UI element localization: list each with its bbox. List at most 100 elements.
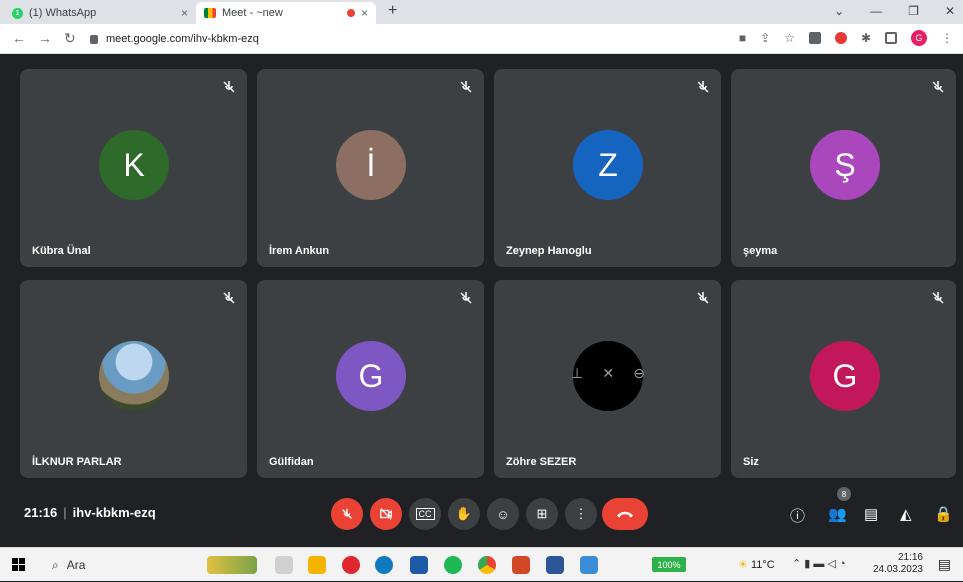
avatar: G xyxy=(336,341,406,411)
activities-button[interactable]: ◭ xyxy=(900,505,912,523)
meeting-time: 21:16 xyxy=(24,505,58,520)
phone-hangup-icon xyxy=(616,511,634,518)
more-options-button[interactable]: ⋮ xyxy=(565,498,597,530)
camera-toggle-button[interactable] xyxy=(370,498,402,530)
menu-icon[interactable]: ⋮ xyxy=(941,31,953,45)
extension-icon[interactable] xyxy=(808,32,821,44)
search-icon: ⌕ xyxy=(52,557,59,572)
reactions-button[interactable]: ☺ xyxy=(487,498,519,530)
clock-time: 21:16 xyxy=(897,552,923,563)
battery-indicator[interactable]: 100% xyxy=(652,557,686,572)
profile-avatar[interactable]: G xyxy=(911,30,927,46)
puzzle-icon[interactable]: ✱ xyxy=(861,31,871,45)
pin-icon[interactable]: ⊥ xyxy=(571,365,583,382)
mic-off-icon xyxy=(932,292,944,304)
close-tab-button[interactable]: × xyxy=(361,6,368,20)
url-field[interactable]: meet.google.com/ihv-kbkm-ezq xyxy=(90,28,730,50)
temperature: 11°C xyxy=(750,559,775,571)
remove-icon[interactable]: ⊖ xyxy=(633,365,645,382)
avatar: Z xyxy=(573,130,643,200)
mic-toggle-button[interactable] xyxy=(331,498,363,530)
participant-name: İrem Ankun xyxy=(269,245,330,257)
task-view-icon[interactable] xyxy=(275,556,293,574)
emoji-icon: ☺ xyxy=(496,506,510,522)
photos-icon[interactable] xyxy=(580,556,598,574)
mic-off-icon xyxy=(932,81,944,93)
participant-tile[interactable]: G Siz xyxy=(731,280,956,478)
leave-call-button[interactable] xyxy=(602,498,648,530)
minimize-icon[interactable]: — xyxy=(870,4,882,18)
participant-name: Zöhre SEZER xyxy=(506,456,577,468)
edge-icon[interactable] xyxy=(375,556,393,574)
people-button[interactable]: 👥 xyxy=(828,505,847,523)
forward-icon[interactable]: → xyxy=(38,30,52,46)
taskbar-search[interactable]: ⌕ Ara xyxy=(44,548,200,582)
reload-icon[interactable]: ↻ xyxy=(64,30,76,47)
adblock-icon[interactable] xyxy=(834,32,847,44)
participant-name: Gülfidan xyxy=(269,456,314,468)
captions-icon: CC xyxy=(415,508,435,520)
bookmark-star-icon[interactable]: ☆ xyxy=(784,31,795,45)
participant-name: Kübra Ünal xyxy=(32,245,91,257)
mail-icon[interactable] xyxy=(410,556,428,574)
mute-icon[interactable]: ✕ xyxy=(602,365,614,382)
participant-name: İLKNUR PARLAR xyxy=(32,456,122,468)
share-icon[interactable]: ⇪ xyxy=(760,31,770,45)
mic-off-icon xyxy=(697,292,709,304)
meeting-info-button[interactable]: ⓘ xyxy=(790,505,805,526)
address-bar: ← → ↻ meet.google.com/ihv-kbkm-ezq ■ ⇪ ☆… xyxy=(0,24,963,54)
raise-hand-button[interactable]: ✋ xyxy=(448,498,480,530)
tray-icons[interactable]: ⌃ ▮ ▬ ◁ ◔ xyxy=(792,557,846,570)
tab-whatsapp[interactable]: 1 (1) WhatsApp × xyxy=(4,2,196,24)
present-icon: ⊞ xyxy=(536,506,548,521)
mic-off-icon xyxy=(223,292,235,304)
spotify-icon[interactable] xyxy=(444,556,462,574)
close-tab-button[interactable]: × xyxy=(181,6,188,20)
present-button[interactable]: ⊞ xyxy=(526,498,558,530)
camera-icon[interactable]: ■ xyxy=(739,31,746,45)
participant-tile[interactable]: K Kübra Ünal xyxy=(20,69,247,267)
search-highlight-icon[interactable] xyxy=(207,556,257,574)
hand-icon: ✋ xyxy=(455,506,473,521)
chat-button[interactable]: ▤ xyxy=(864,505,878,523)
powerpoint-icon[interactable] xyxy=(512,556,530,574)
window-controls: ⌄ — ❐ ✕ xyxy=(834,4,955,18)
participant-tile[interactable]: İLKNUR PARLAR xyxy=(20,280,247,478)
participant-tile[interactable]: İ İrem Ankun xyxy=(257,69,484,267)
back-icon[interactable]: ← xyxy=(12,30,26,46)
file-explorer-icon[interactable] xyxy=(308,556,326,574)
chrome-icon[interactable] xyxy=(478,556,496,574)
captions-button[interactable]: CC xyxy=(409,498,441,530)
whatsapp-icon: 1 xyxy=(12,7,23,19)
weather-widget[interactable]: ☀ 11°C xyxy=(738,558,775,571)
host-controls-button[interactable]: 🔒 xyxy=(934,505,953,523)
participant-name: Siz xyxy=(743,456,759,468)
participant-tile[interactable]: ⊥ ✕ ⊖ Zöhre SEZER xyxy=(494,280,721,478)
close-window-icon[interactable]: ✕ xyxy=(945,4,955,18)
sidepanel-icon[interactable] xyxy=(885,32,897,44)
word-icon[interactable] xyxy=(546,556,564,574)
lock-icon xyxy=(90,34,98,44)
windows-start-icon[interactable] xyxy=(12,558,25,571)
tab-meet[interactable]: Meet - ~new × xyxy=(196,2,376,24)
participant-tile[interactable]: Ş şeyma xyxy=(731,69,956,267)
clock[interactable]: 21:16 24.03.2023 xyxy=(873,552,923,576)
participant-tile[interactable]: Z Zeynep Hanoglu xyxy=(494,69,721,267)
participant-tile[interactable]: G Gülfidan xyxy=(257,280,484,478)
restore-icon[interactable]: ❐ xyxy=(908,4,919,18)
avatar-photo xyxy=(99,341,169,411)
tab-search-icon[interactable]: ⌄ xyxy=(834,4,844,18)
notifications-icon[interactable]: ▤ xyxy=(938,556,951,573)
avatar: Ş xyxy=(810,130,880,200)
tab-title: Meet - ~new xyxy=(222,7,283,19)
clock-date: 24.03.2023 xyxy=(872,564,923,575)
camera-off-icon xyxy=(380,508,392,520)
new-tab-button[interactable]: + xyxy=(388,2,397,20)
mic-off-icon xyxy=(223,81,235,93)
mic-off-icon xyxy=(460,81,472,93)
tab-title: (1) WhatsApp xyxy=(29,7,97,19)
avatar: G xyxy=(810,341,880,411)
meeting-toolbar: 21:16 | ihv-kbkm-ezq CC ✋ ☺ ⊞ ⋮ ⓘ 8 👥 ▤ ◭ … xyxy=(0,487,963,533)
opera-icon[interactable] xyxy=(342,556,360,574)
url-text: meet.google.com/ihv-kbkm-ezq xyxy=(106,33,259,45)
